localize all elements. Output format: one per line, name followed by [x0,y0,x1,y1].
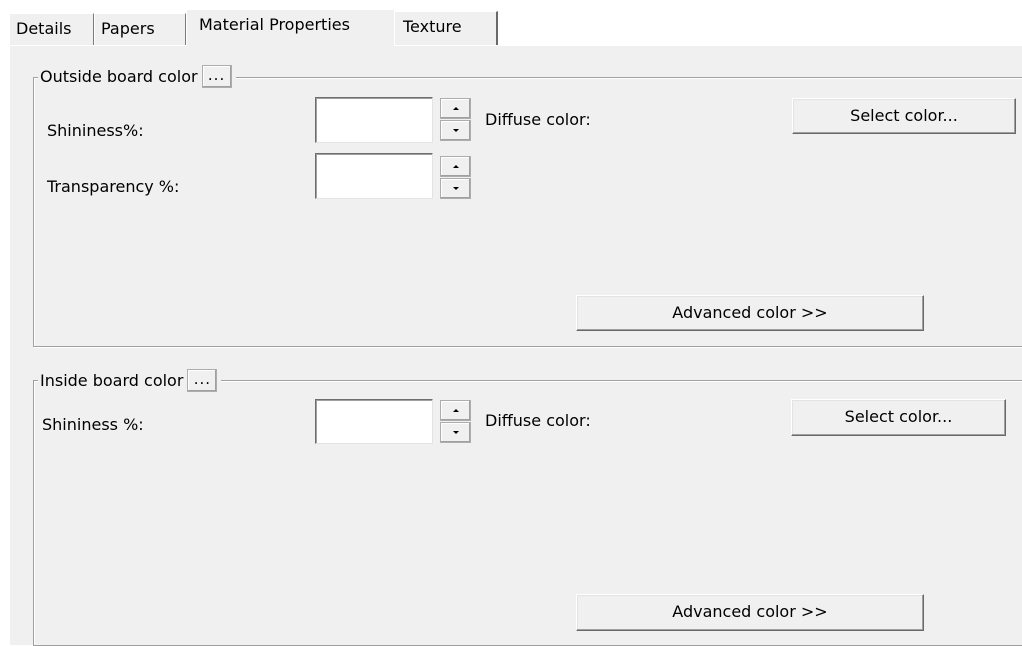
tab-material-properties[interactable]: Material Properties [186,9,394,46]
tab-label: Material Properties [199,15,350,34]
tab-papers[interactable]: Papers [94,13,186,45]
outside-shininess-spinner[interactable] [440,98,471,142]
spin-down-button[interactable] [440,178,471,199]
inside-select-color-button[interactable]: Select color... [791,399,1006,436]
outside-board-color-legend: Outside board color ... [38,65,236,88]
arrow-up-icon [452,409,459,412]
outside-diffuse-color-label: Diffuse color: [485,110,591,129]
spin-down-button[interactable] [440,422,471,443]
inside-board-color-legend: Inside board color ... [38,369,222,392]
tab-details[interactable]: Details [9,13,94,45]
spin-up-button[interactable] [440,156,471,177]
outside-board-color-title: Outside board color [40,66,198,86]
arrow-up-icon [452,107,459,110]
outside-color-more-button[interactable]: ... [201,65,232,88]
inside-color-more-button[interactable]: ... [187,369,218,392]
inside-diffuse-color-label: Diffuse color: [485,411,591,430]
arrow-down-icon [452,187,459,190]
outside-transparency-label: Transparency %: [47,177,180,196]
inside-advanced-color-button[interactable]: Advanced color >> [576,594,924,631]
outside-advanced-color-button[interactable]: Advanced color >> [576,295,924,331]
inside-board-color-title: Inside board color [40,370,184,390]
tab-label: Texture [403,17,462,36]
tab-label: Details [16,19,72,38]
outside-transparency-spinner[interactable] [440,156,471,200]
arrow-up-icon [452,165,459,168]
arrow-down-icon [452,129,459,132]
spin-up-button[interactable] [440,400,471,421]
spin-down-button[interactable] [440,120,471,141]
outside-transparency-input[interactable] [315,153,433,199]
inside-shininess-input[interactable] [315,399,433,444]
spin-up-button[interactable] [440,98,471,119]
tab-page-material-properties: Outside board color ... Shininess%: Diff… [9,45,1022,646]
outside-shininess-input[interactable] [315,97,433,143]
arrow-down-icon [452,431,459,434]
tab-texture[interactable]: Texture [394,11,498,45]
inside-shininess-label: Shininess %: [42,415,144,434]
tab-label: Papers [101,19,155,38]
inside-shininess-spinner[interactable] [440,400,471,444]
outside-shininess-label: Shininess%: [47,121,144,140]
outside-select-color-button[interactable]: Select color... [792,98,1016,134]
